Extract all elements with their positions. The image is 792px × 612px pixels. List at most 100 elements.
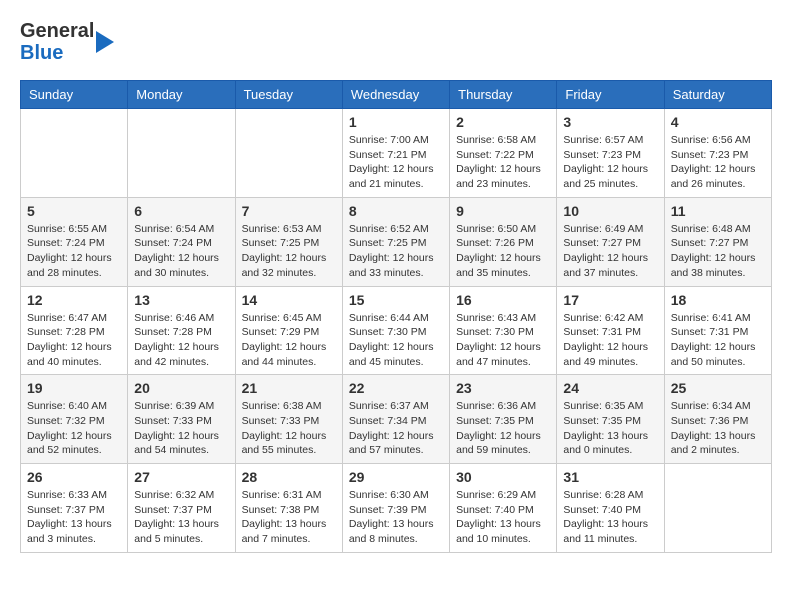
day-number: 8	[349, 203, 443, 219]
day-info: Sunrise: 6:46 AMSunset: 7:28 PMDaylight:…	[134, 311, 228, 370]
day-info: Sunrise: 6:34 AMSunset: 7:36 PMDaylight:…	[671, 399, 765, 458]
day-number: 11	[671, 203, 765, 219]
day-number: 10	[563, 203, 657, 219]
day-info: Sunrise: 6:40 AMSunset: 7:32 PMDaylight:…	[27, 399, 121, 458]
calendar-week-row: 12 Sunrise: 6:47 AMSunset: 7:28 PMDayligh…	[21, 286, 772, 375]
day-number: 16	[456, 292, 550, 308]
day-info: Sunrise: 6:54 AMSunset: 7:24 PMDaylight:…	[134, 222, 228, 281]
day-number: 20	[134, 380, 228, 396]
day-info: Sunrise: 6:38 AMSunset: 7:33 PMDaylight:…	[242, 399, 336, 458]
day-number: 1	[349, 114, 443, 130]
day-number: 23	[456, 380, 550, 396]
day-number: 13	[134, 292, 228, 308]
calendar-week-row: 5 Sunrise: 6:55 AMSunset: 7:24 PMDaylight…	[21, 197, 772, 286]
logo-arrow-icon	[96, 31, 114, 53]
calendar-cell: 25 Sunrise: 6:34 AMSunset: 7:36 PMDayligh…	[664, 375, 771, 464]
day-header-wednesday: Wednesday	[342, 81, 449, 109]
day-number: 22	[349, 380, 443, 396]
calendar-week-row: 19 Sunrise: 6:40 AMSunset: 7:32 PMDayligh…	[21, 375, 772, 464]
calendar-cell: 20Sunrise: 6:39 AMSunset: 7:33 PMDayligh…	[128, 375, 235, 464]
calendar-cell: 11Sunrise: 6:48 AMSunset: 7:27 PMDayligh…	[664, 197, 771, 286]
calendar-cell: 3 Sunrise: 6:57 AMSunset: 7:23 PMDaylight…	[557, 109, 664, 198]
day-header-thursday: Thursday	[450, 81, 557, 109]
calendar-cell: 9 Sunrise: 6:50 AMSunset: 7:26 PMDaylight…	[450, 197, 557, 286]
calendar-cell: 29Sunrise: 6:30 AMSunset: 7:39 PMDayligh…	[342, 464, 449, 553]
calendar-cell: 10 Sunrise: 6:49 AMSunset: 7:27 PMDayligh…	[557, 197, 664, 286]
day-number: 2	[456, 114, 550, 130]
calendar-cell: 22Sunrise: 6:37 AMSunset: 7:34 PMDayligh…	[342, 375, 449, 464]
day-number: 5	[27, 203, 121, 219]
calendar-table: SundayMondayTuesdayWednesdayThursdayFrid…	[20, 80, 772, 553]
calendar-cell: 28Sunrise: 6:31 AMSunset: 7:38 PMDayligh…	[235, 464, 342, 553]
day-number: 18	[671, 292, 765, 308]
day-info: Sunrise: 6:31 AMSunset: 7:38 PMDaylight:…	[242, 488, 336, 547]
calendar-cell: 2Sunrise: 6:58 AMSunset: 7:22 PMDaylight…	[450, 109, 557, 198]
day-number: 6	[134, 203, 228, 219]
calendar-cell: 1 Sunrise: 7:00 AMSunset: 7:21 PMDaylight…	[342, 109, 449, 198]
calendar-cell: 31 Sunrise: 6:28 AMSunset: 7:40 PMDayligh…	[557, 464, 664, 553]
calendar-cell	[21, 109, 128, 198]
day-info: Sunrise: 6:49 AMSunset: 7:27 PMDaylight:…	[563, 222, 657, 281]
day-number: 15	[349, 292, 443, 308]
calendar-cell: 14Sunrise: 6:45 AMSunset: 7:29 PMDayligh…	[235, 286, 342, 375]
day-info: Sunrise: 6:33 AMSunset: 7:37 PMDaylight:…	[27, 488, 121, 547]
day-number: 25	[671, 380, 765, 396]
day-number: 9	[456, 203, 550, 219]
day-number: 19	[27, 380, 121, 396]
calendar-cell: 4Sunrise: 6:56 AMSunset: 7:23 PMDaylight…	[664, 109, 771, 198]
day-header-sunday: Sunday	[21, 81, 128, 109]
day-header-monday: Monday	[128, 81, 235, 109]
calendar-cell: 13 Sunrise: 6:46 AMSunset: 7:28 PMDayligh…	[128, 286, 235, 375]
logo-general: General	[20, 20, 94, 42]
day-number: 30	[456, 469, 550, 485]
day-info: Sunrise: 6:50 AMSunset: 7:26 PMDaylight:…	[456, 222, 550, 281]
day-info: Sunrise: 6:47 AMSunset: 7:28 PMDaylight:…	[27, 311, 121, 370]
day-info: Sunrise: 6:35 AMSunset: 7:35 PMDaylight:…	[563, 399, 657, 458]
day-number: 31	[563, 469, 657, 485]
day-number: 3	[563, 114, 657, 130]
calendar-cell: 24 Sunrise: 6:35 AMSunset: 7:35 PMDayligh…	[557, 375, 664, 464]
calendar-cell	[128, 109, 235, 198]
day-info: Sunrise: 6:52 AMSunset: 7:25 PMDaylight:…	[349, 222, 443, 281]
calendar-cell	[235, 109, 342, 198]
day-number: 27	[134, 469, 228, 485]
calendar-cell: 17 Sunrise: 6:42 AMSunset: 7:31 PMDayligh…	[557, 286, 664, 375]
day-info: Sunrise: 6:55 AMSunset: 7:24 PMDaylight:…	[27, 222, 121, 281]
day-info: Sunrise: 6:28 AMSunset: 7:40 PMDaylight:…	[563, 488, 657, 547]
calendar-cell	[664, 464, 771, 553]
day-info: Sunrise: 6:29 AMSunset: 7:40 PMDaylight:…	[456, 488, 550, 547]
day-header-tuesday: Tuesday	[235, 81, 342, 109]
calendar-cell: 16 Sunrise: 6:43 AMSunset: 7:30 PMDayligh…	[450, 286, 557, 375]
day-number: 4	[671, 114, 765, 130]
day-header-friday: Friday	[557, 81, 664, 109]
day-info: Sunrise: 6:32 AMSunset: 7:37 PMDaylight:…	[134, 488, 228, 547]
calendar-cell: 15Sunrise: 6:44 AMSunset: 7:30 PMDayligh…	[342, 286, 449, 375]
day-info: Sunrise: 7:00 AMSunset: 7:21 PMDaylight:…	[349, 133, 443, 192]
day-info: Sunrise: 6:57 AMSunset: 7:23 PMDaylight:…	[563, 133, 657, 192]
calendar-cell: 27 Sunrise: 6:32 AMSunset: 7:37 PMDayligh…	[128, 464, 235, 553]
calendar-cell: 18 Sunrise: 6:41 AMSunset: 7:31 PMDayligh…	[664, 286, 771, 375]
day-info: Sunrise: 6:42 AMSunset: 7:31 PMDaylight:…	[563, 311, 657, 370]
logo-blue: Blue	[20, 42, 94, 64]
calendar-cell: 6 Sunrise: 6:54 AMSunset: 7:24 PMDaylight…	[128, 197, 235, 286]
page-header: General Blue	[20, 20, 772, 64]
day-header-saturday: Saturday	[664, 81, 771, 109]
calendar-cell: 21Sunrise: 6:38 AMSunset: 7:33 PMDayligh…	[235, 375, 342, 464]
calendar-cell: 7Sunrise: 6:53 AMSunset: 7:25 PMDaylight…	[235, 197, 342, 286]
day-number: 24	[563, 380, 657, 396]
calendar-cell: 12 Sunrise: 6:47 AMSunset: 7:28 PMDayligh…	[21, 286, 128, 375]
day-info: Sunrise: 6:43 AMSunset: 7:30 PMDaylight:…	[456, 311, 550, 370]
calendar-cell: 26Sunrise: 6:33 AMSunset: 7:37 PMDayligh…	[21, 464, 128, 553]
day-info: Sunrise: 6:45 AMSunset: 7:29 PMDaylight:…	[242, 311, 336, 370]
calendar-week-row: 1 Sunrise: 7:00 AMSunset: 7:21 PMDaylight…	[21, 109, 772, 198]
day-info: Sunrise: 6:41 AMSunset: 7:31 PMDaylight:…	[671, 311, 765, 370]
day-number: 17	[563, 292, 657, 308]
day-info: Sunrise: 6:53 AMSunset: 7:25 PMDaylight:…	[242, 222, 336, 281]
calendar-cell: 19 Sunrise: 6:40 AMSunset: 7:32 PMDayligh…	[21, 375, 128, 464]
day-info: Sunrise: 6:30 AMSunset: 7:39 PMDaylight:…	[349, 488, 443, 547]
calendar-cell: 5 Sunrise: 6:55 AMSunset: 7:24 PMDaylight…	[21, 197, 128, 286]
calendar-week-row: 26Sunrise: 6:33 AMSunset: 7:37 PMDayligh…	[21, 464, 772, 553]
logo: General Blue	[20, 20, 114, 64]
day-number: 12	[27, 292, 121, 308]
calendar-header-row: SundayMondayTuesdayWednesdayThursdayFrid…	[21, 81, 772, 109]
